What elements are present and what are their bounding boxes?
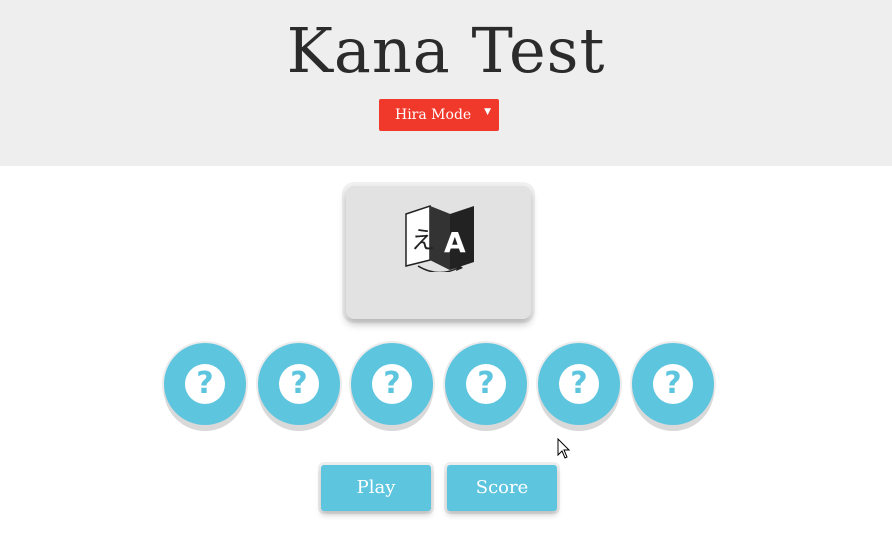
mode-select-value: Hira Mode	[395, 107, 472, 123]
mode-select[interactable]: Hira Mode ▼	[379, 99, 499, 131]
answer-bubble-3[interactable]: ?	[351, 343, 433, 425]
answer-bubble-6[interactable]: ?	[632, 343, 714, 425]
question-icon: ?	[466, 364, 506, 404]
play-button[interactable]: Play	[321, 465, 431, 511]
question-icon: ?	[559, 364, 599, 404]
svg-text:A: A	[444, 226, 466, 259]
answer-bubble-2[interactable]: ?	[258, 343, 340, 425]
question-icon: ?	[372, 364, 412, 404]
question-icon: ?	[653, 364, 693, 404]
score-button[interactable]: Score	[447, 465, 557, 511]
header: Kana Test Hira Mode ▼	[0, 0, 892, 166]
kana-card[interactable]: え A	[346, 186, 531, 319]
mouse-cursor-icon	[557, 438, 571, 459]
translate-icon: え A	[405, 204, 474, 272]
answer-bubble-1[interactable]: ?	[164, 343, 246, 425]
question-icon: ?	[185, 364, 225, 404]
svg-text:え: え	[411, 226, 435, 254]
page-title: Kana Test	[286, 14, 606, 87]
answer-bubble-4[interactable]: ?	[445, 343, 527, 425]
question-icon: ?	[279, 364, 319, 404]
answer-bubble-5[interactable]: ?	[538, 343, 620, 425]
triangle-down-icon: ▼	[484, 107, 491, 117]
